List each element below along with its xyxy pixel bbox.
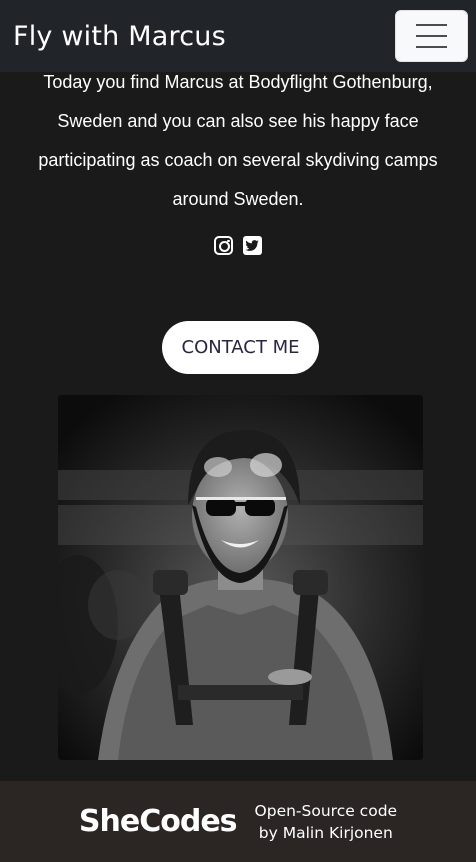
twitter-icon[interactable] (243, 236, 262, 255)
social-links (0, 236, 476, 255)
instagram-icon[interactable] (214, 236, 233, 255)
navbar: Fly with Marcus (0, 0, 476, 72)
hamburger-menu-icon (416, 24, 447, 26)
photo-illustration (58, 395, 423, 760)
brand-link[interactable]: Fly with Marcus (13, 21, 226, 52)
navbar-toggler-button[interactable] (395, 10, 468, 62)
credit-text: Open-Source code by Malin Kirjonen (255, 800, 398, 844)
about-line: Sweden and you can also see his happy fa… (57, 111, 419, 131)
about-line: around Sweden. (172, 189, 304, 209)
credit-link[interactable]: Open-Source code (255, 800, 398, 822)
about-text: Today you find Marcus at Bodyflight Goth… (30, 63, 446, 219)
marcus-photo (58, 395, 423, 760)
credit-author: by Malin Kirjonen (258, 823, 393, 842)
contact-me-button[interactable]: CONTACT ME (162, 321, 319, 374)
footer: SheCodes Open-Source code by Malin Kirjo… (0, 781, 476, 862)
shecodes-logo[interactable]: SheCodes (79, 804, 238, 839)
about-line: participating as coach on several skydiv… (38, 150, 438, 170)
